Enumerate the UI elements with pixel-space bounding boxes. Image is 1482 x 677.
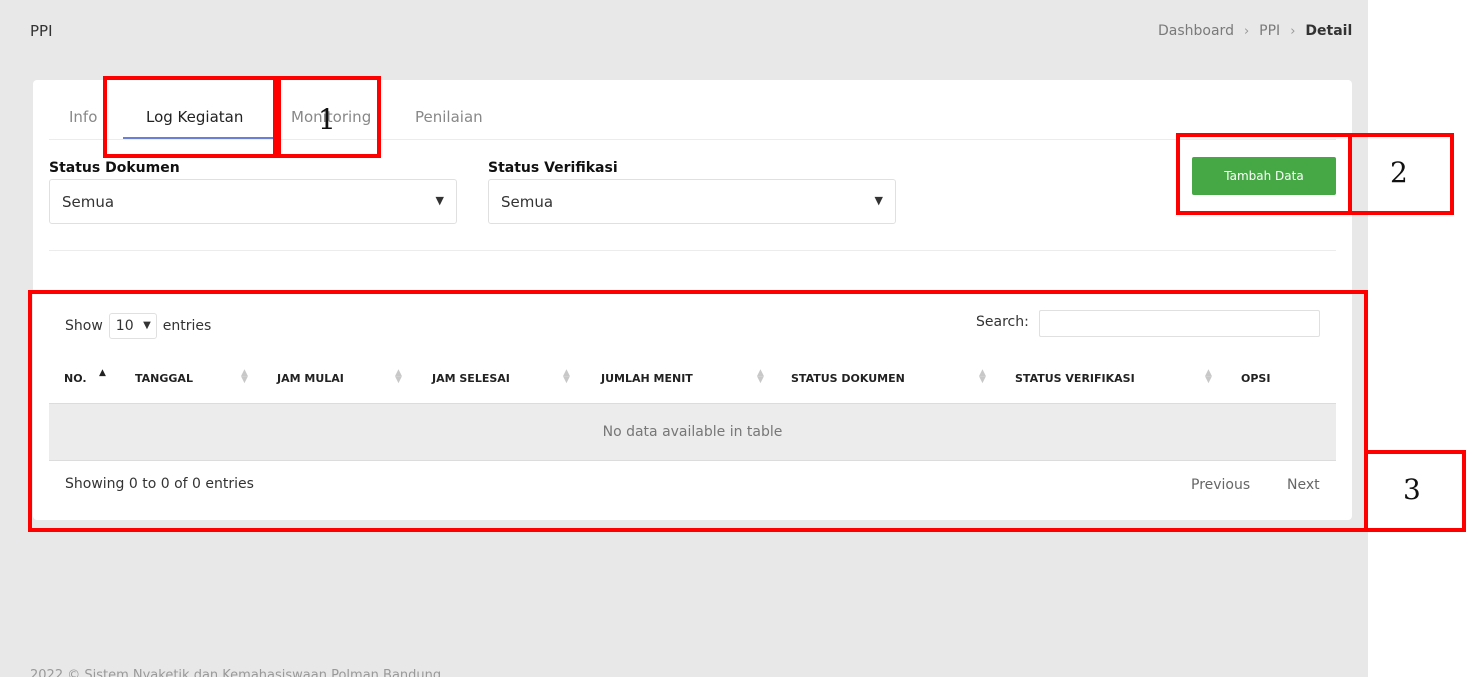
chevron-down-icon: ▼ [435,194,444,207]
status-verifikasi-value: Semua [501,193,554,211]
annotation-box-table [28,290,1368,532]
status-dokumen-select[interactable]: Semua ▼ [49,179,457,224]
breadcrumb-detail: Detail [1305,23,1353,39]
status-dokumen-label: Status Dokumen [49,160,180,176]
annotation-label-3: 3 [1403,473,1421,506]
breadcrumb-dashboard[interactable]: Dashboard [1158,23,1234,39]
annotation-label-2: 2 [1390,156,1408,189]
divider [49,250,1336,251]
footer-copyright: 2022 © Sistem Nyaketik dan Kemahasiswaan… [30,668,442,677]
status-verifikasi-select[interactable]: Semua ▼ [488,179,896,224]
annotation-box-log-kegiatan [103,76,277,158]
breadcrumb: Dashboard › PPI › Detail [1158,23,1352,39]
annotation-label-1: 1 [318,103,336,136]
status-verifikasi-label: Status Verifikasi [488,160,618,176]
chevron-right-icon: › [1243,23,1250,39]
breadcrumb-ppi[interactable]: PPI [1259,23,1280,39]
status-dokumen-value: Semua [62,193,115,211]
annotation-box-add-button [1176,133,1352,215]
page-title: PPI [30,22,53,40]
chevron-down-icon: ▼ [874,194,883,207]
chevron-right-icon: › [1290,23,1296,39]
tab-penilaian[interactable]: Penilaian [415,108,483,126]
tab-info[interactable]: Info [69,108,97,126]
